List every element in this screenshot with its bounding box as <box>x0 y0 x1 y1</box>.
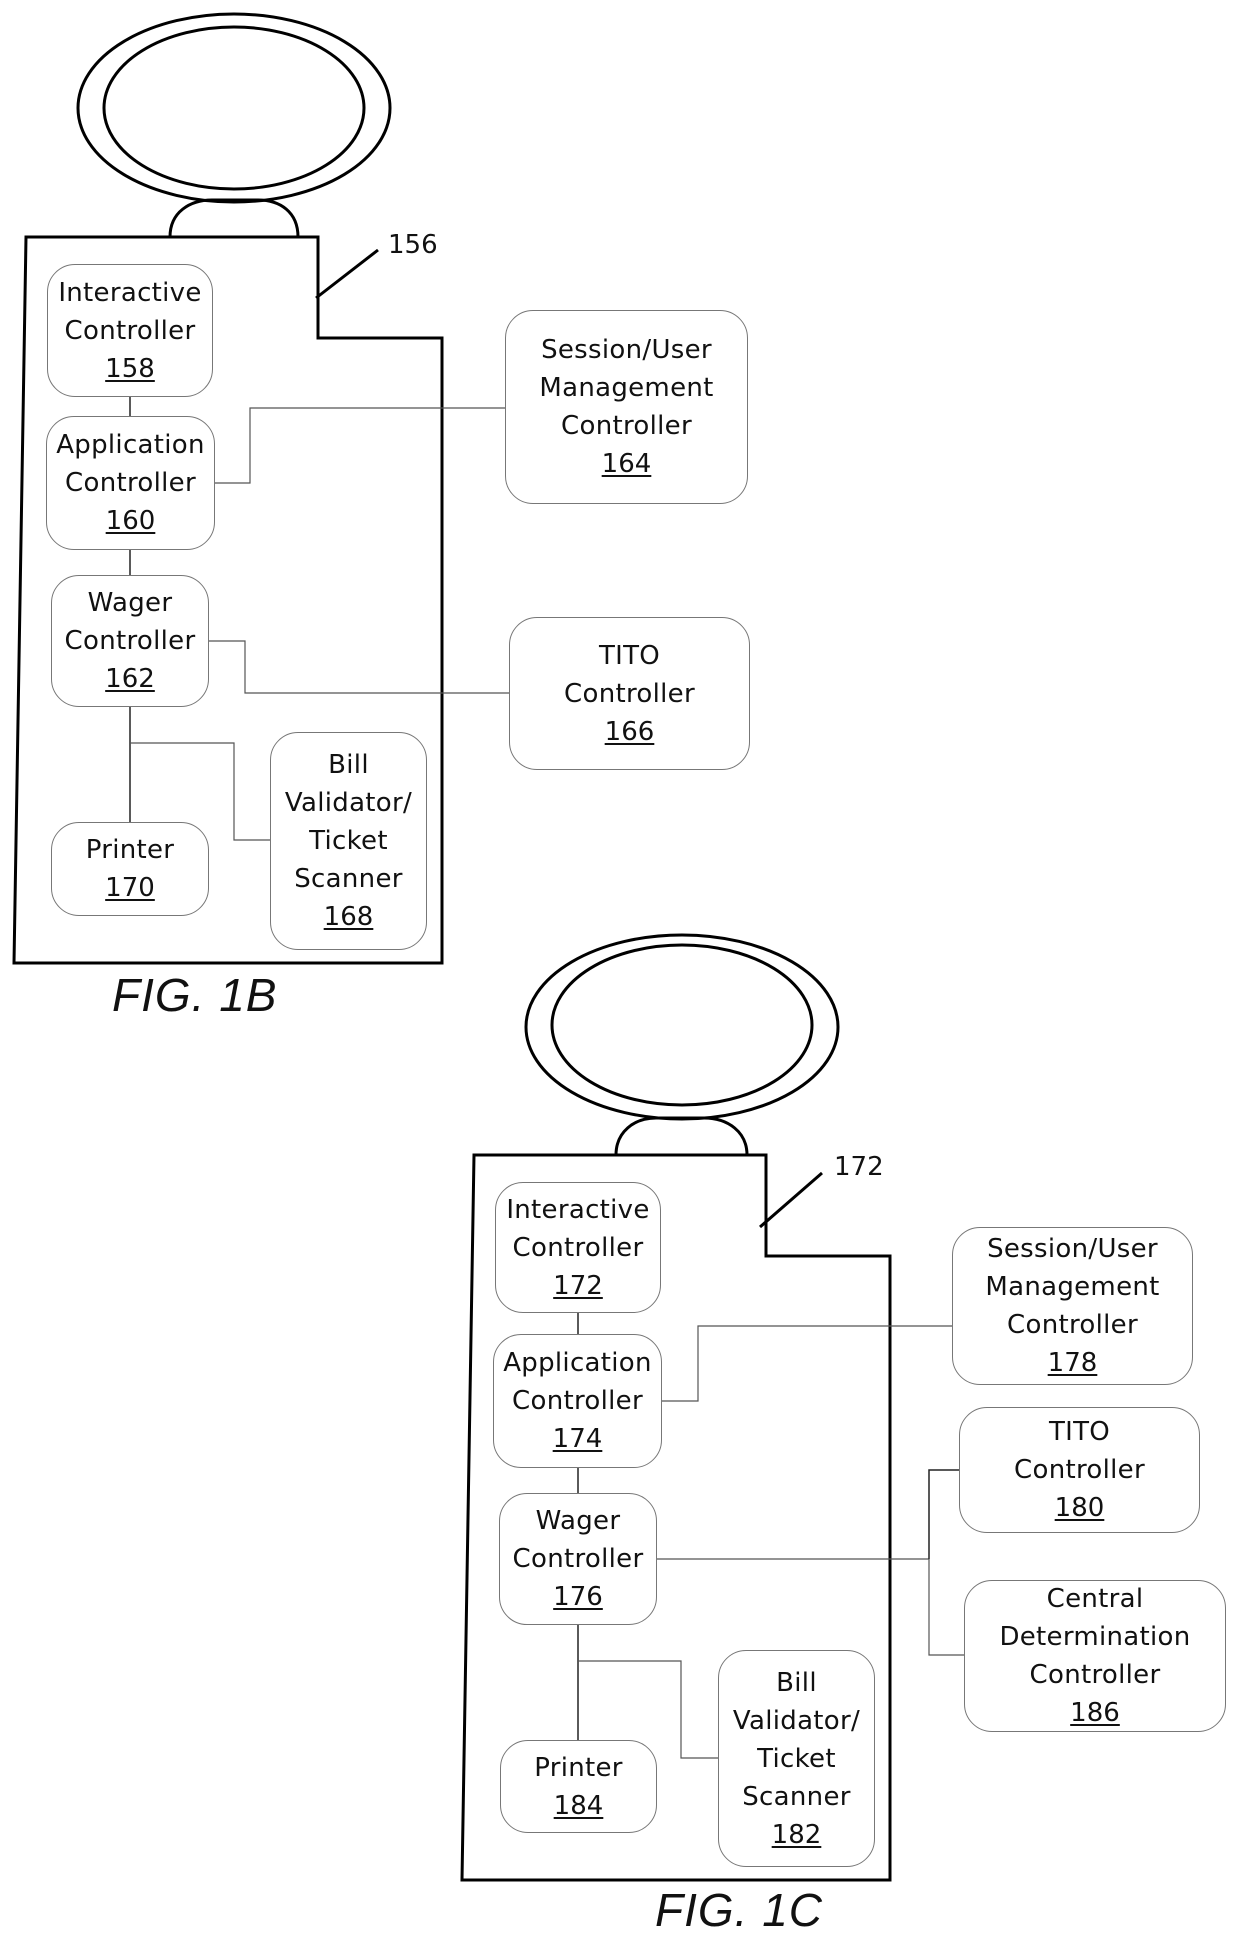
node-label-line: Bill <box>776 1667 817 1698</box>
node-label-line: Printer <box>534 1752 623 1783</box>
fig1b-caption: FIG. 1B <box>112 969 278 1021</box>
node-label-line: Controller <box>65 468 196 498</box>
node-label-line: Session/User <box>541 335 712 365</box>
node-label-line: TITO <box>598 640 661 671</box>
fig1c-caption: FIG. 1C <box>655 1884 824 1936</box>
fig1c-connector-bus-tito <box>928 1469 959 1559</box>
node-label-line: Bill <box>328 750 369 780</box>
fig1b-reference-leader <box>315 248 379 300</box>
fig1c-printer: Printer 184 <box>500 1740 657 1833</box>
fig1c-interactive-controller: Interactive Controller 172 <box>495 1182 661 1313</box>
fig1b-session-user-management-controller: Session/User Management Controller 164 <box>505 310 748 504</box>
node-label-line: Scanner <box>742 1781 851 1812</box>
node-label-line: Determination <box>999 1622 1191 1652</box>
node-reference-number: 160 <box>105 506 156 536</box>
node-label-line: Central <box>1046 1584 1144 1614</box>
fig1c-display-neck <box>614 1116 749 1156</box>
fig1c-application-controller: Application Controller 174 <box>493 1334 662 1468</box>
node-label-line: Controller <box>64 626 196 656</box>
node-label-line: Controller <box>512 1386 643 1416</box>
fig1b-printer: Printer 170 <box>51 822 209 916</box>
node-label-line: Controller <box>1029 1660 1161 1690</box>
node-reference-number: 186 <box>1070 1698 1120 1728</box>
node-reference-number: 174 <box>552 1424 603 1454</box>
node-label-line: Ticket <box>309 826 388 856</box>
node-label-line: Wager <box>535 1506 621 1536</box>
node-reference-number: 164 <box>601 449 652 479</box>
fig1c-reference-label: 172 <box>834 1152 884 1182</box>
fig1c-tito-controller: TITO Controller 180 <box>959 1407 1200 1533</box>
node-reference-number: 178 <box>1047 1348 1098 1378</box>
node-label-line: Management <box>539 373 714 403</box>
node-label-line: Ticket <box>757 1743 836 1774</box>
fig1b-display-inner-ellipse <box>102 25 366 191</box>
fig1b-connector-application-session <box>215 407 505 484</box>
node-label-line: Controller <box>561 411 692 441</box>
fig1b-tito-controller: TITO Controller 166 <box>509 617 750 770</box>
node-label-line: Scanner <box>294 864 403 894</box>
node-reference-number: 158 <box>105 353 155 384</box>
fig1b-interactive-controller: Interactive Controller 158 <box>47 264 213 397</box>
node-reference-number: 184 <box>553 1790 604 1821</box>
node-label-line: Validator/ <box>284 788 413 818</box>
node-label-line: Controller <box>1007 1310 1138 1340</box>
node-label-line: Controller <box>512 1232 644 1263</box>
fig1c-session-user-management-controller: Session/User Management Controller 178 <box>952 1227 1193 1385</box>
fig1c-central-determination-controller: Central Determination Controller 186 <box>964 1580 1226 1732</box>
node-reference-number: 166 <box>604 716 655 747</box>
node-reference-number: 162 <box>105 664 155 694</box>
fig1c-connector-bus-central <box>928 1559 964 1656</box>
node-reference-number: 176 <box>553 1582 603 1612</box>
fig1b-display-outer-ellipse <box>76 12 392 204</box>
node-label-line: Controller <box>512 1544 644 1574</box>
fig1b-reference-label: 156 <box>388 230 438 260</box>
fig1c-wager-controller: Wager Controller 176 <box>499 1493 657 1625</box>
node-label-line: Session/User <box>987 1234 1158 1264</box>
node-reference-number: 180 <box>1054 1493 1105 1523</box>
node-label-line: TITO <box>1048 1417 1111 1447</box>
fig1b-wager-controller: Wager Controller 162 <box>51 575 209 707</box>
fig1c-connector-application-session <box>662 1325 952 1402</box>
fig1c-display-inner-ellipse <box>550 943 814 1107</box>
node-label-line: Management <box>985 1272 1160 1302</box>
node-reference-number: 168 <box>323 902 374 932</box>
node-label-line: Controller <box>564 678 695 709</box>
node-reference-number: 182 <box>771 1819 822 1850</box>
node-label-line: Validator/ <box>732 1705 861 1736</box>
fig1b-application-controller: Application Controller 160 <box>46 416 215 550</box>
node-reference-number: 170 <box>105 873 155 903</box>
fig1c-bill-validator-ticket-scanner: Bill Validator/ Ticket Scanner 182 <box>718 1650 875 1867</box>
fig1c-display-outer-ellipse <box>524 933 840 1121</box>
node-label-line: Printer <box>85 835 175 865</box>
node-reference-number: 172 <box>553 1270 603 1301</box>
fig1b-display-neck <box>168 198 300 238</box>
fig1c-reference-leader <box>759 1171 823 1229</box>
node-label-line: Interactive <box>506 1194 650 1225</box>
node-label-line: Interactive <box>58 277 202 308</box>
fig1b-bill-validator-ticket-scanner: Bill Validator/ Ticket Scanner 168 <box>270 732 427 950</box>
node-label-line: Wager <box>87 588 173 618</box>
node-label-line: Controller <box>64 315 196 346</box>
node-label-line: Controller <box>1014 1455 1145 1485</box>
fig1b-connector-wager-tito <box>209 640 509 694</box>
node-label-line: Application <box>503 1348 652 1378</box>
node-label-line: Application <box>56 430 205 460</box>
